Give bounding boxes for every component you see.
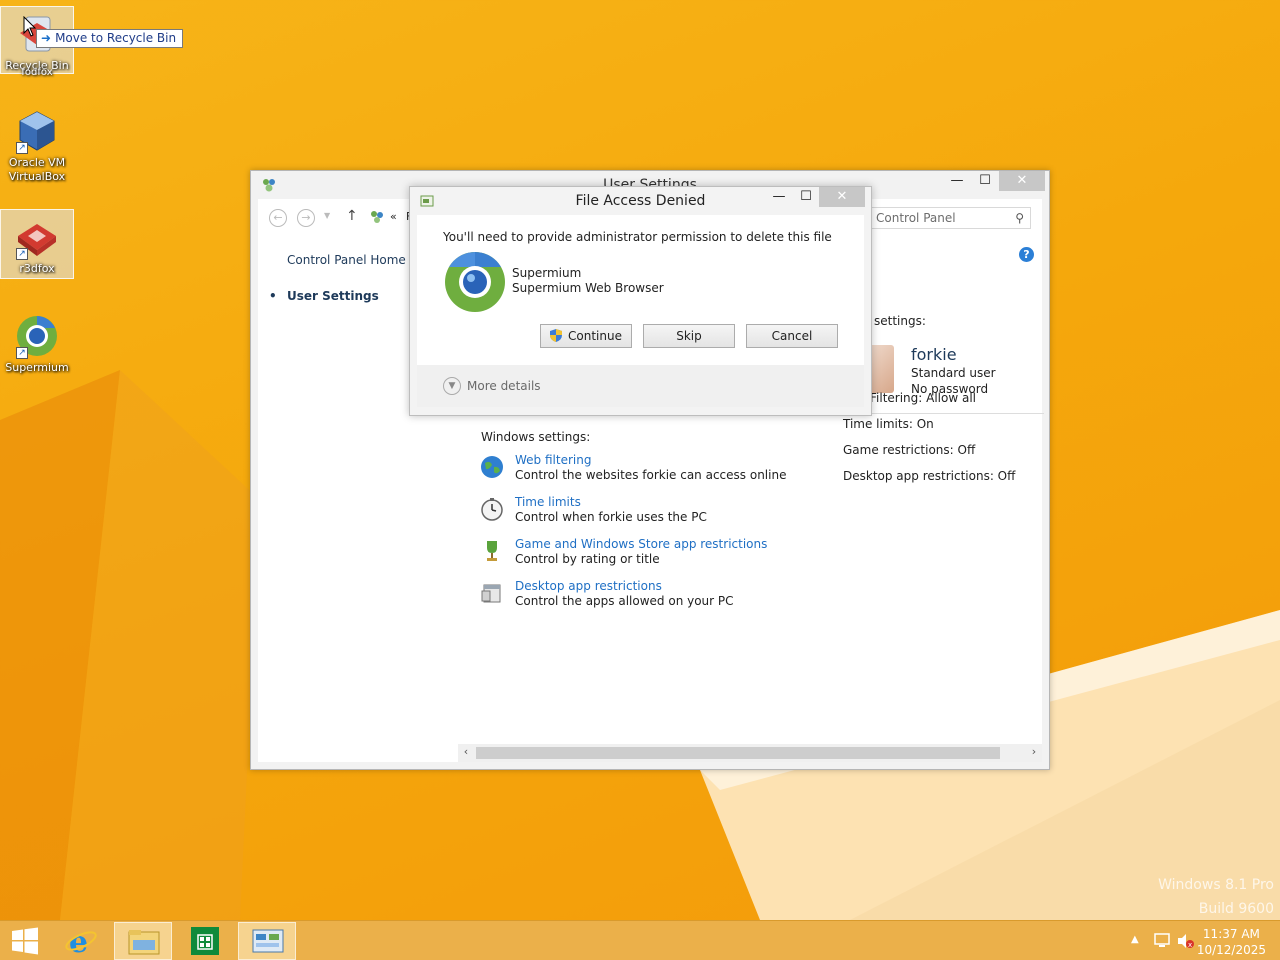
r3dfox-icon: ↗ (14, 214, 60, 260)
forward-button[interactable]: → (297, 209, 315, 227)
desktop-icon-label-behind: fodfox (21, 67, 53, 78)
help-icon[interactable]: ? (1019, 247, 1034, 262)
minimize-button[interactable]: — (943, 171, 971, 191)
scroll-right-icon[interactable]: › (1026, 745, 1042, 758)
shortcut-arrow-icon: ↗ (16, 347, 28, 359)
folder-icon (128, 930, 160, 955)
windows-settings-heading: Windows settings: (481, 430, 591, 444)
dialog-app-name: Supermium (512, 266, 582, 280)
dialog-titlebar[interactable]: File Access Denied — ☐ ✕ (410, 187, 871, 215)
status-desktop-app-restrictions: Desktop app restrictions: Off (843, 469, 1016, 483)
nav-user-settings[interactable]: User Settings (269, 289, 406, 303)
desktop-app-restrictions-link[interactable]: Desktop app restrictions (515, 579, 662, 593)
start-button[interactable] (0, 922, 50, 960)
search-icon[interactable]: ⚲ (1015, 211, 1024, 225)
supermium-icon: ↗ (14, 313, 60, 359)
dialog-minimize-button[interactable]: — (765, 187, 793, 207)
web-filtering-desc: Control the websites forkie can access o… (515, 468, 787, 482)
taskbar-file-explorer[interactable] (114, 922, 172, 960)
user-name: forkie (911, 345, 957, 364)
up-button[interactable]: ↑ (346, 208, 358, 224)
dialog-message: You'll need to provide administrator per… (443, 230, 832, 244)
status-web-filtering: Filtering: Allow all (870, 391, 977, 405)
control-panel-icon (371, 211, 383, 223)
uac-shield-icon (550, 329, 563, 342)
scrollbar-thumb[interactable] (476, 747, 1000, 759)
continue-button[interactable]: Continue (540, 324, 632, 348)
windows-version-watermark: Windows 8.1 Pro (1158, 877, 1274, 893)
svg-text:x: x (1188, 941, 1192, 949)
app-window-icon (481, 584, 501, 603)
search-input[interactable]: Control Panel ⚲ (867, 207, 1031, 229)
continue-label: Continue (568, 329, 622, 343)
scroll-left-icon[interactable]: ‹ (458, 745, 474, 758)
desktop-app-restrictions-desc: Control the apps allowed on your PC (515, 594, 734, 608)
mouse-cursor-icon (23, 16, 37, 37)
svg-text:e: e (69, 925, 88, 958)
left-navigation: Control Panel Home User Settings (269, 253, 406, 303)
desktop-icon-label: Supermium (5, 361, 69, 374)
taskbar-internet-explorer[interactable]: e (52, 922, 110, 960)
web-filtering-link[interactable]: Web filtering (515, 453, 591, 467)
dialog-app-description: Supermium Web Browser (512, 281, 664, 295)
store-icon (191, 927, 219, 955)
cancel-button[interactable]: Cancel (746, 324, 838, 348)
divider (864, 413, 1044, 414)
trophy-icon (487, 541, 497, 561)
shortcut-arrow-icon: ↗ (16, 142, 28, 154)
status-time-limits: Time limits: On (843, 417, 934, 431)
drag-tooltip-label: Move to Recycle Bin (55, 31, 177, 45)
dialog-body: You'll need to provide administrator per… (417, 215, 864, 365)
horizontal-scrollbar[interactable]: ‹ › (458, 744, 1042, 762)
globe-icon (481, 456, 503, 478)
status-game-restrictions: Game restrictions: Off (843, 443, 976, 457)
dialog-maximize-button[interactable]: ☐ (792, 187, 820, 207)
drag-tooltip: ➜ Move to Recycle Bin (36, 29, 184, 48)
maximize-button[interactable]: ☐ (971, 171, 999, 191)
desktop-icon-virtualbox[interactable]: ↗ Oracle VM VirtualBox (0, 104, 74, 184)
time-limits-link[interactable]: Time limits (515, 495, 581, 509)
network-icon[interactable] (1153, 933, 1171, 949)
virtualbox-icon: ↗ (14, 108, 60, 154)
taskbar: e ▲ x 11:37 AM 10/12/2025 (0, 920, 1280, 960)
search-placeholder: Control Panel (876, 211, 956, 225)
breadcrumb-overflow[interactable]: « (390, 210, 397, 223)
close-button[interactable]: ✕ (999, 171, 1045, 191)
windows-build-watermark: Build 9600 (1198, 901, 1274, 917)
taskbar-control-panel[interactable] (238, 922, 296, 960)
volume-muted-icon[interactable]: x (1177, 933, 1195, 949)
shortcut-arrow-icon: ↗ (16, 248, 28, 260)
settings-heading: settings: (874, 314, 926, 328)
recent-locations-chevron-icon[interactable]: ▼ (324, 211, 330, 220)
back-button[interactable]: ← (269, 209, 287, 227)
more-details-link[interactable]: More details (467, 379, 541, 393)
arrow-right-icon: ➜ (41, 31, 52, 45)
desktop-icon-supermium[interactable]: ↗ Supermium (0, 309, 74, 375)
windows-logo-icon (12, 927, 38, 955)
chevron-down-icon[interactable]: ▼ (443, 377, 461, 395)
show-hidden-icons-button[interactable]: ▲ (1131, 934, 1139, 960)
clock-date: 10/12/2025 (1196, 943, 1266, 957)
clock-icon (481, 498, 503, 521)
control-panel-icon (252, 929, 284, 953)
desktop-icon-r3dfox[interactable]: ↗ r3dfox (0, 209, 74, 279)
internet-explorer-icon: e (65, 925, 97, 958)
taskbar-store[interactable] (176, 922, 234, 960)
skip-button[interactable]: Skip (643, 324, 735, 348)
clock-time: 11:37 AM (1202, 927, 1260, 941)
file-access-denied-dialog[interactable]: File Access Denied — ☐ ✕ You'll need to … (409, 186, 872, 416)
game-restrictions-link[interactable]: Game and Windows Store app restrictions (515, 537, 767, 551)
supermium-icon (445, 252, 505, 312)
nav-control-panel-home[interactable]: Control Panel Home (287, 253, 406, 267)
desktop-icon-label: r3dfox (19, 262, 55, 275)
desktop-icon-label: Oracle VM VirtualBox (8, 156, 66, 183)
user-type: Standard user (911, 366, 996, 380)
game-restrictions-desc: Control by rating or title (515, 552, 660, 566)
dialog-footer: ▼ More details (417, 365, 864, 407)
taskbar-clock[interactable]: 11:37 AM 10/12/2025 (1197, 926, 1266, 958)
dialog-close-button[interactable]: ✕ (819, 187, 865, 207)
time-limits-desc: Control when forkie uses the PC (515, 510, 707, 524)
